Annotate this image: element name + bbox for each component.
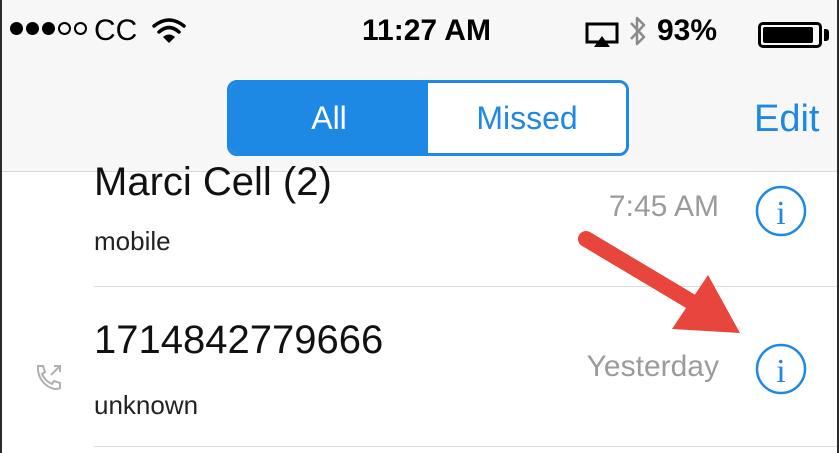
info-icon[interactable]: i: [754, 342, 808, 401]
status-time: 11:27 AM: [362, 14, 491, 47]
battery-level-fill: [763, 27, 814, 43]
battery-percentage: 93%: [657, 14, 718, 47]
caller-number-type: mobile: [94, 226, 171, 256]
outgoing-call-icon: [32, 362, 64, 399]
signal-dot: [26, 22, 39, 35]
signal-dot: [74, 22, 87, 35]
carrier-name: CC: [94, 14, 138, 47]
call-time: Yesterday: [586, 350, 719, 383]
call-time: 7:45 AM: [608, 190, 719, 223]
airplay-icon: [585, 22, 619, 53]
segment-missed[interactable]: Missed: [428, 83, 626, 153]
signal-dot: [10, 22, 23, 35]
annotation-arrow-icon: [572, 225, 752, 350]
battery-icon: [758, 22, 822, 48]
bluetooth-icon: [627, 14, 649, 56]
caller-name: 1714842779666: [94, 318, 384, 362]
signal-dot: [58, 22, 71, 35]
svg-text:i: i: [776, 353, 785, 390]
edit-button[interactable]: Edit: [754, 98, 819, 141]
signal-dot: [42, 22, 55, 35]
signal-strength-icon: [10, 22, 87, 35]
call-filter-segmented-control: All Missed: [227, 80, 629, 156]
info-icon[interactable]: i: [754, 184, 808, 243]
svg-text:i: i: [776, 195, 785, 232]
segment-all[interactable]: All: [230, 83, 428, 153]
row-divider: [94, 446, 837, 447]
phone-screen: CC 11:27 AM 93% All Missed Edit Marci Ce…: [0, 0, 839, 453]
caller-number-type: unknown: [94, 390, 199, 420]
caller-name: Marci Cell (2): [94, 160, 332, 204]
status-bar: CC 11:27 AM 93%: [2, 0, 837, 72]
battery-tip: [824, 29, 829, 41]
wifi-icon: [152, 16, 186, 51]
navigation-bar: All Missed Edit: [2, 72, 837, 172]
